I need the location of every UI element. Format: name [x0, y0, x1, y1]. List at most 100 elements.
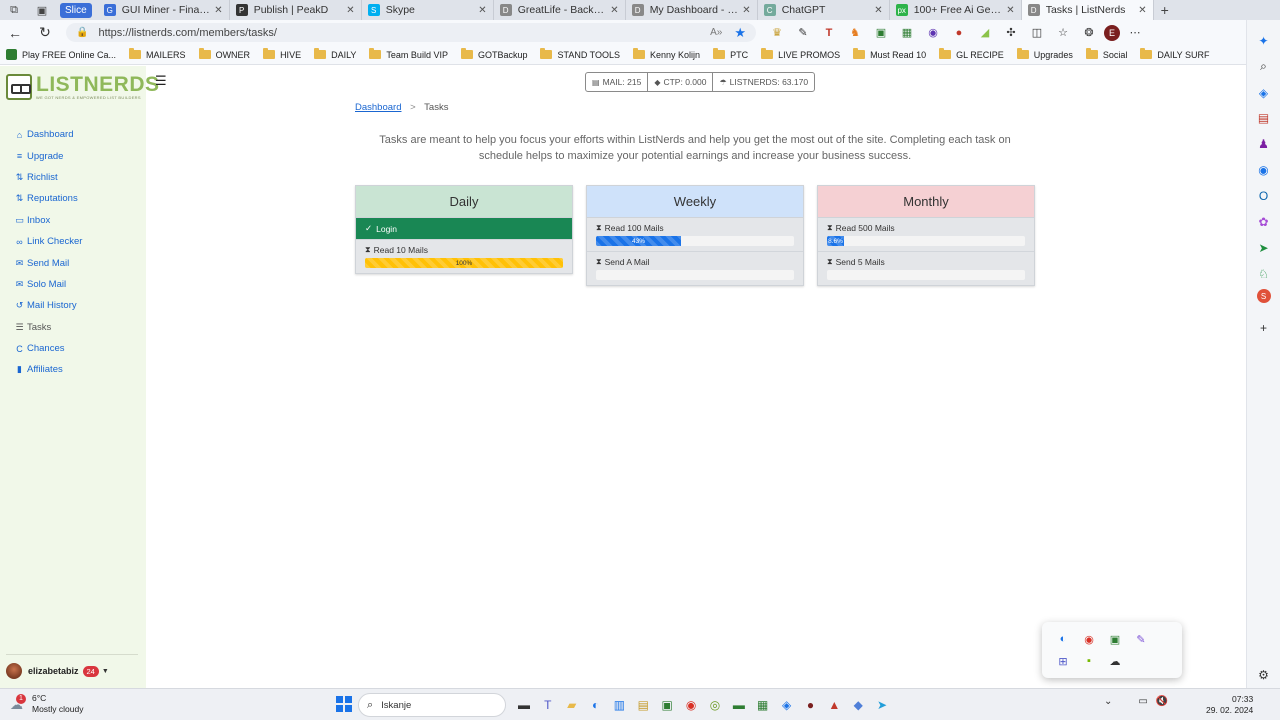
close-tab-icon[interactable]: ✕	[1138, 5, 1146, 16]
browser-tab[interactable]: D My Dashboard - GREATLI✕	[626, 0, 758, 20]
sidebar-item-reputations[interactable]: ⇅ Reputations	[14, 188, 82, 209]
user-menu[interactable]: elizabetabiz 24 ▼	[6, 663, 109, 679]
bookmark-item[interactable]: MAILERS	[129, 48, 186, 60]
chrome-tray-icon[interactable]: ◉	[1076, 628, 1102, 650]
bookmark-item[interactable]: DAILY	[314, 48, 356, 60]
new-tab-button[interactable]: +	[1154, 2, 1176, 18]
volume-icon[interactable]: 🔇	[1156, 696, 1168, 707]
outlook-icon[interactable]: O	[1254, 186, 1274, 206]
chrome-icon[interactable]: ◉	[680, 694, 702, 716]
browser-tab[interactable]: G GUI Miner - Final AutoFa✕	[98, 0, 230, 20]
bookmark-item[interactable]: HIVE	[263, 48, 301, 60]
browser-tab[interactable]: px 100+ Free Ai Generated✕	[890, 0, 1022, 20]
sidebar-item-mail-history[interactable]: ↺ Mail History	[14, 295, 82, 316]
breadcrumb-dashboard-link[interactable]: Dashboard	[355, 102, 401, 113]
close-tab-icon[interactable]: ✕	[742, 5, 750, 16]
onedrive-tray-icon[interactable]: ☁	[1102, 650, 1128, 672]
weather-widget[interactable]: ☁ 1 6°C Mostly cloudy	[10, 693, 84, 715]
sidebar-item-send-mail[interactable]: ✉ Send Mail	[14, 252, 82, 273]
chevron-down-icon[interactable]: ⌄	[1104, 696, 1112, 707]
extensions-puzzle-icon[interactable]: ✣	[1000, 24, 1022, 42]
workspaces-icon[interactable]: ⧉	[0, 0, 28, 20]
browser-tab[interactable]: D GreatLife - Backoffice✕	[494, 0, 626, 20]
close-tab-icon[interactable]: ✕	[1006, 5, 1014, 16]
sidebar-settings-icon[interactable]: ⚙	[1254, 665, 1274, 685]
sidebar-app-icon[interactable]: S	[1256, 289, 1271, 304]
extension-icon[interactable]: ◢	[974, 24, 996, 42]
extension-icon[interactable]: ▣	[870, 24, 892, 42]
nvidia-tray-icon[interactable]: ▪	[1076, 650, 1102, 672]
bookmark-item[interactable]: STAND TOOLS	[540, 48, 620, 60]
bookmark-item[interactable]: Social	[1085, 48, 1127, 60]
designer-icon[interactable]: ✿	[1254, 212, 1274, 232]
sidebar-item-upgrade[interactable]: ≡ Upgrade	[14, 145, 82, 166]
favorites-icon[interactable]: ☆	[1052, 24, 1074, 42]
bookmark-item[interactable]: Team Build VIP	[369, 48, 448, 60]
bookmark-item[interactable]: PTC	[713, 48, 748, 60]
bookmark-item[interactable]: LIVE PROMOS	[761, 48, 840, 60]
edge-tray-icon[interactable]: ◐	[1050, 628, 1076, 650]
bookmark-item[interactable]: GOTBackup	[460, 48, 527, 60]
bookmark-item[interactable]: GL RECIPE	[939, 48, 1004, 60]
photos-icon[interactable]: ▤	[632, 694, 654, 716]
sidebar-item-dashboard[interactable]: ⌂ Dashboard	[14, 124, 82, 145]
tools-icon[interactable]: ▤	[1254, 109, 1274, 129]
close-tab-icon[interactable]: ✕	[610, 5, 618, 16]
slice-badge[interactable]: Slice	[60, 2, 92, 18]
edge-icon[interactable]: ◐	[585, 694, 607, 716]
store-icon[interactable]: ▥	[608, 694, 630, 716]
extension-icon[interactable]: ✎	[792, 24, 814, 42]
bookmark-item[interactable]: OWNER	[198, 48, 250, 60]
skype-icon[interactable]: ♘	[1254, 264, 1274, 284]
browser-tab[interactable]: D Tasks | ListNerds ✕	[1021, 0, 1154, 20]
teams-tray-icon[interactable]: ⊞	[1050, 650, 1076, 672]
bookmark-item[interactable]: Kenny Kolijn	[633, 48, 700, 60]
sidebar-item-link-checker[interactable]: ∞ Link Checker	[14, 231, 82, 252]
start-button[interactable]	[336, 696, 352, 712]
bookmark-item[interactable]: Upgrades	[1016, 48, 1073, 60]
bookmark-item[interactable]: DAILY SURF	[1140, 48, 1210, 60]
close-tab-icon[interactable]: ✕	[346, 5, 354, 16]
chat-icon[interactable]: ▬	[728, 694, 750, 716]
copilot-icon[interactable]: ✦	[1254, 31, 1274, 51]
sidebar-item-affiliates[interactable]: ▮ Affiliates	[14, 359, 82, 380]
url-field[interactable]: 🔒 https://listnerds.com/members/tasks/ A…	[66, 23, 756, 42]
extension-icon[interactable]: ♛	[766, 24, 788, 42]
app-tray-icon[interactable]: ▣	[1102, 628, 1128, 650]
sidebar-item-richlist[interactable]: ⇅ Richlist	[14, 167, 82, 188]
extension-icon[interactable]: ▦	[896, 24, 918, 42]
app-icon[interactable]: ▦	[752, 694, 774, 716]
search-icon[interactable]: ⌕	[1254, 57, 1274, 77]
profile-avatar-icon[interactable]: E	[1104, 24, 1120, 41]
hamburger-menu-icon[interactable]: ☰	[155, 73, 167, 89]
app-icon[interactable]: ◆	[847, 694, 869, 716]
task-view-icon[interactable]: ▬	[513, 694, 535, 716]
pen-tray-icon[interactable]: ✎	[1128, 628, 1154, 650]
extension-icon[interactable]: ❂	[1078, 24, 1100, 42]
app-icon[interactable]: ▲	[823, 694, 845, 716]
extension-icon[interactable]: ●	[948, 24, 970, 42]
games-icon[interactable]: ♟	[1254, 134, 1274, 154]
telegram-icon[interactable]: ➤	[871, 694, 893, 716]
extension-icon[interactable]: ♞	[844, 24, 866, 42]
bookmark-item[interactable]: Play FREE Online Ca...	[6, 49, 116, 60]
sidebar-item-inbox[interactable]: ▭ Inbox	[14, 210, 82, 231]
sidebar-item-tasks[interactable]: ☰ Tasks	[14, 317, 82, 338]
tab-actions-icon[interactable]: ▣	[28, 0, 56, 20]
taskbar-clock[interactable]: 07:33 29. 02. 2024	[1206, 694, 1253, 716]
file-explorer-icon[interactable]: ▰	[561, 694, 583, 716]
close-tab-icon[interactable]: ✕	[478, 5, 486, 16]
app-icon[interactable]: ▣	[656, 694, 678, 716]
shopping-tag-icon[interactable]: ◈	[1254, 83, 1274, 103]
close-tab-icon[interactable]: ✕	[214, 5, 222, 16]
sidebar-item-solo-mail[interactable]: ✉ Solo Mail	[14, 274, 82, 295]
app-icon[interactable]: ◈	[776, 694, 798, 716]
back-button[interactable]: ←	[0, 25, 30, 41]
drop-icon[interactable]: ➤	[1254, 238, 1274, 258]
browser-tab[interactable]: S Skype ✕	[362, 0, 494, 20]
more-options-icon[interactable]: ⋯	[1124, 24, 1146, 42]
favorite-star-icon[interactable]: ★	[734, 25, 746, 41]
listnerds-logo[interactable]: LISTNERDS WE GOT NERDS & EMPOWERED LIST …	[6, 74, 160, 100]
app-icon[interactable]: ◎	[704, 694, 726, 716]
bookmark-item[interactable]: Must Read 10	[853, 48, 926, 60]
